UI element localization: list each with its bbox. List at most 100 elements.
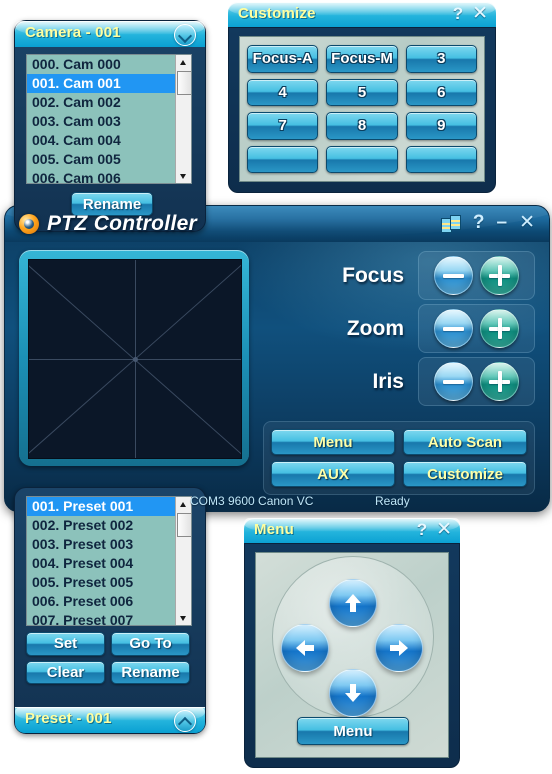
customize-close-button[interactable]: ✕ (472, 3, 488, 25)
customize-button-grid: Focus-A Focus-M 3 4 5 6 7 8 9 (247, 45, 477, 173)
list-item[interactable]: 001. Cam 001 (27, 74, 176, 93)
iris-label: Iris (372, 369, 404, 393)
list-item[interactable]: 006. Preset 006 (27, 592, 176, 611)
camera-listbox[interactable]: 000. Cam 000 001. Cam 001 002. Cam 002 0… (26, 54, 192, 184)
customize-key-7[interactable]: 7 (247, 112, 319, 140)
scroll-down-arrow-icon[interactable] (176, 611, 191, 625)
scrollbar-thumb[interactable] (177, 71, 191, 95)
menu-button[interactable]: Menu (271, 429, 395, 455)
menu-window: Menu ? ✕ Menu (244, 518, 460, 768)
list-item[interactable]: 006. Cam 006 (27, 169, 176, 183)
zoom-buttons (418, 304, 535, 353)
preset-list-scrollbar[interactable] (175, 497, 191, 625)
customize-key-10[interactable] (247, 145, 319, 173)
preset-list: 001. Preset 001 002. Preset 002 003. Pre… (27, 497, 176, 625)
zoom-plus-button[interactable] (480, 309, 519, 348)
pan-tilt-pad-frame (19, 250, 249, 466)
customize-window-body: Focus-A Focus-M 3 4 5 6 7 8 9 (228, 27, 496, 193)
preset-rename-button[interactable]: Rename (111, 660, 190, 684)
arrow-left-icon[interactable] (281, 624, 329, 672)
camera-list-scrollbar[interactable] (175, 55, 191, 183)
iris-control-row: Iris (263, 357, 535, 406)
aux-button[interactable]: AUX (271, 461, 395, 487)
customize-window: Customize ? ✕ Focus-A Focus-M 3 4 5 6 7 … (228, 2, 496, 193)
customize-key-6[interactable]: 6 (405, 78, 477, 106)
list-item[interactable]: 005. Cam 005 (27, 150, 176, 169)
ptz-controls-column: Focus Zoom Iris Menu Auto Scan AUX Custo… (263, 251, 535, 495)
customize-key-1[interactable]: Focus-A (247, 45, 319, 73)
ptz-window-body: PTZ Controller ? – ✕ Focus Zoom Iris Men… (4, 205, 550, 512)
ptz-status-bar: COM3 9600 Canon VC Ready (190, 490, 552, 512)
scroll-up-arrow-icon[interactable] (176, 497, 191, 511)
preset-button-grid: Set Go To Clear Rename (26, 632, 190, 684)
customize-window-title: Customize (238, 5, 316, 22)
ptz-controller-window: PTZ Controller ? – ✕ Focus Zoom Iris Men… (4, 205, 550, 512)
zoom-minus-button[interactable] (434, 309, 473, 348)
list-item[interactable]: 000. Cam 000 (27, 55, 176, 74)
preset-clear-button[interactable]: Clear (26, 660, 105, 684)
ptz-action-button-group: Menu Auto Scan AUX Customize (263, 421, 535, 495)
arrow-down-icon[interactable] (329, 669, 377, 717)
arrow-up-icon[interactable] (329, 579, 377, 627)
menu-dialog-menu-button[interactable]: Menu (297, 717, 409, 745)
preset-window-title: Preset - 001 (25, 710, 112, 727)
ptz-help-button[interactable]: ? (473, 212, 485, 234)
camera-titlebar[interactable]: Camera - 001 (15, 21, 205, 47)
focus-buttons (418, 251, 535, 300)
customize-key-9[interactable]: 9 (405, 112, 477, 140)
ptz-titlebar-buttons: ? – ✕ (440, 212, 535, 234)
list-item[interactable]: 003. Cam 003 (27, 112, 176, 131)
arrow-right-icon[interactable] (375, 624, 423, 672)
focus-control-row: Focus (263, 251, 535, 300)
menu-help-button[interactable]: ? (417, 519, 427, 541)
customize-key-5[interactable]: 5 (326, 78, 398, 106)
iris-buttons (418, 357, 535, 406)
customize-key-4[interactable]: 4 (247, 78, 319, 106)
customize-key-11[interactable] (326, 145, 398, 173)
list-settings-icon[interactable] (440, 214, 461, 233)
scroll-up-arrow-icon[interactable] (176, 55, 191, 69)
list-item[interactable]: 003. Preset 003 (27, 535, 176, 554)
status-connection: COM3 9600 Canon VC (190, 494, 314, 508)
customize-titlebar[interactable]: Customize ? ✕ (228, 2, 496, 28)
list-item[interactable]: 002. Cam 002 (27, 93, 176, 112)
customize-key-2[interactable]: Focus-M (326, 45, 398, 73)
list-item[interactable]: 005. Preset 005 (27, 573, 176, 592)
focus-label: Focus (342, 263, 404, 287)
scrollbar-thumb[interactable] (177, 513, 191, 537)
ptz-window-title: PTZ Controller (47, 212, 198, 235)
preset-titlebar[interactable]: Preset - 001 (15, 707, 205, 733)
zoom-label: Zoom (346, 316, 404, 340)
status-state: Ready (375, 494, 410, 508)
menu-close-button[interactable]: ✕ (436, 519, 452, 541)
chevron-up-icon[interactable] (174, 710, 196, 732)
menu-titlebar[interactable]: Menu ? ✕ (244, 518, 460, 544)
camera-window: Camera - 001 000. Cam 000 001. Cam 001 0… (14, 20, 206, 232)
ptz-close-button[interactable]: ✕ (519, 212, 535, 234)
ptz-titlebar[interactable]: PTZ Controller ? – ✕ (5, 206, 549, 242)
chevron-down-icon[interactable] (174, 24, 196, 46)
list-item[interactable]: 004. Cam 004 (27, 131, 176, 150)
menu-window-title: Menu (254, 521, 294, 538)
list-item[interactable]: 004. Preset 004 (27, 554, 176, 573)
customize-help-button[interactable]: ? (453, 3, 463, 25)
preset-goto-button[interactable]: Go To (111, 632, 190, 656)
ptz-minimize-button[interactable]: – (497, 212, 508, 234)
customize-key-8[interactable]: 8 (326, 112, 398, 140)
customize-key-12[interactable] (405, 145, 477, 173)
pan-tilt-pad[interactable] (28, 259, 242, 459)
list-item[interactable]: 002. Preset 002 (27, 516, 176, 535)
auto-scan-button[interactable]: Auto Scan (403, 429, 527, 455)
preset-window-body: 001. Preset 001 002. Preset 002 003. Pre… (15, 488, 205, 703)
customize-button[interactable]: Customize (403, 461, 527, 487)
scroll-down-arrow-icon[interactable] (176, 169, 191, 183)
iris-minus-button[interactable] (434, 362, 473, 401)
list-item[interactable]: 007. Preset 007 (27, 611, 176, 625)
list-item[interactable]: 001. Preset 001 (27, 497, 176, 516)
customize-key-3[interactable]: 3 (405, 45, 477, 73)
iris-plus-button[interactable] (480, 362, 519, 401)
preset-set-button[interactable]: Set (26, 632, 105, 656)
preset-listbox[interactable]: 001. Preset 001 002. Preset 002 003. Pre… (26, 496, 192, 626)
focus-plus-button[interactable] (480, 256, 519, 295)
focus-minus-button[interactable] (434, 256, 473, 295)
